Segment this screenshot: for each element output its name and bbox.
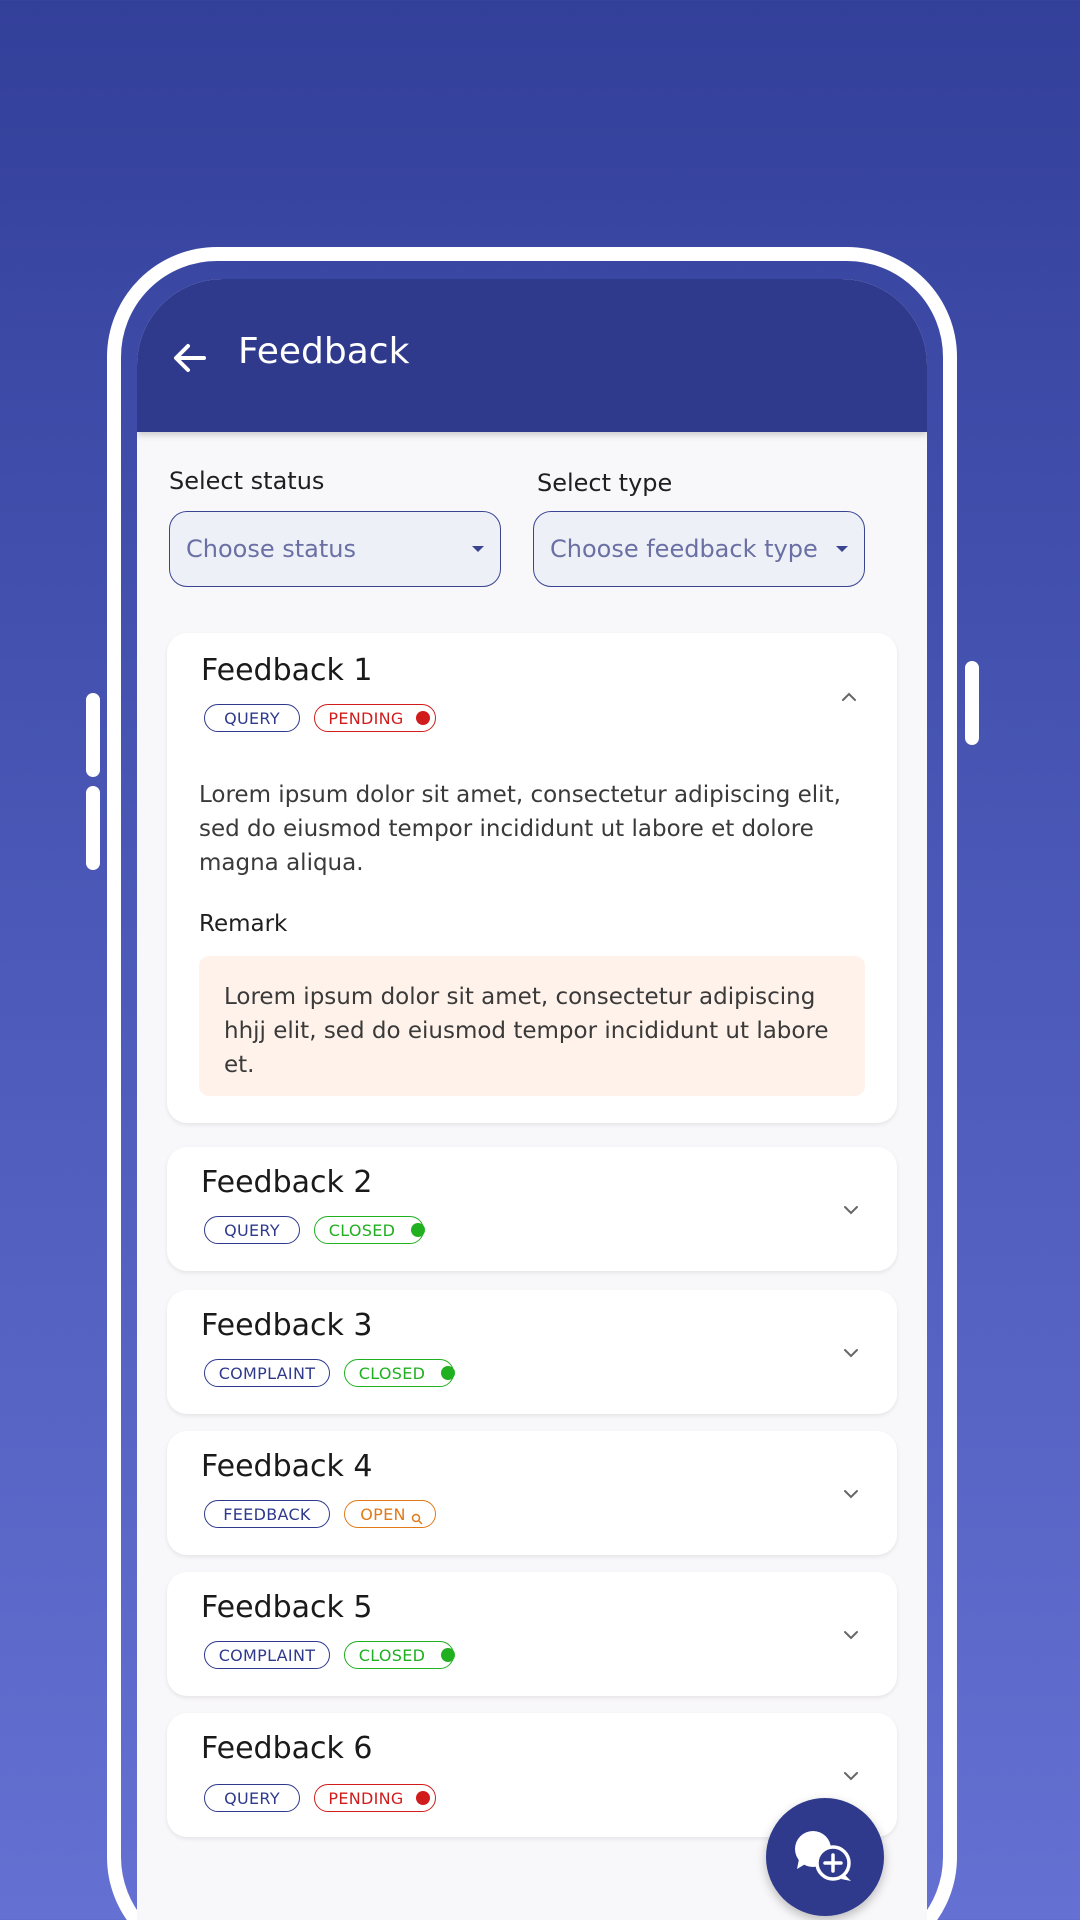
power-button — [965, 661, 979, 745]
feedback-status-tag: OPEN — [344, 1500, 436, 1528]
chevron-down-icon[interactable] — [839, 1198, 863, 1222]
feedback-title: Feedback 5 — [201, 1590, 373, 1625]
feedback-type-tag: FEEDBACK — [204, 1500, 330, 1528]
feedback-card[interactable]: Feedback 1 QUERY PENDING Lorem ipsum dol… — [167, 633, 897, 1123]
type-filter-label: Select type — [537, 469, 673, 497]
feedback-status-tag: CLOSED — [344, 1641, 455, 1669]
feedback-status-text: CLOSED — [358, 1363, 426, 1383]
feedback-status-text: PENDING — [328, 1788, 404, 1808]
status-select-placeholder: Choose status — [186, 535, 356, 563]
status-filter-label: Select status — [169, 467, 325, 495]
chevron-down-icon[interactable] — [839, 1341, 863, 1365]
alert-icon — [416, 711, 430, 725]
dropdown-caret-icon — [836, 546, 848, 552]
feedback-type-tag: QUERY — [204, 704, 300, 732]
feedback-status-tag: PENDING — [314, 1784, 436, 1812]
feedback-status-tag: CLOSED — [344, 1359, 455, 1387]
type-select-placeholder: Choose feedback type — [550, 535, 818, 563]
check-icon — [441, 1648, 455, 1662]
feedback-type-tag: COMPLAINT — [204, 1359, 330, 1387]
chat-add-icon — [795, 1831, 851, 1881]
remark-label: Remark — [199, 911, 288, 937]
chevron-down-icon[interactable] — [839, 1623, 863, 1647]
check-icon — [411, 1223, 425, 1237]
check-icon — [441, 1366, 455, 1380]
chevron-down-icon[interactable] — [839, 1482, 863, 1506]
feedback-card[interactable]: Feedback 4 FEEDBACK OPEN — [167, 1431, 897, 1555]
feedback-type-text: COMPLAINT — [218, 1645, 316, 1665]
app-bar: Feedback — [137, 279, 927, 432]
new-feedback-fab[interactable] — [766, 1798, 884, 1916]
feedback-card[interactable]: Feedback 2 QUERY CLOSED — [167, 1147, 897, 1271]
feedback-type-text: QUERY — [224, 1220, 280, 1240]
remark-box: Lorem ipsum dolor sit amet, consectetur … — [199, 956, 865, 1096]
status-select[interactable]: Choose status — [169, 511, 501, 587]
alert-icon — [416, 1791, 430, 1805]
feedback-status-text: CLOSED — [358, 1645, 426, 1665]
feedback-type-tag: COMPLAINT — [204, 1641, 330, 1669]
feedback-title: Feedback 3 — [201, 1308, 373, 1343]
back-button[interactable] — [167, 335, 213, 381]
arrow-left-icon — [174, 344, 206, 372]
feedback-status-tag: CLOSED — [314, 1216, 425, 1244]
feedback-title: Feedback 2 — [201, 1165, 373, 1200]
feedback-status-text: OPEN — [360, 1504, 406, 1524]
chevron-up-icon[interactable] — [837, 685, 861, 709]
feedback-type-text: COMPLAINT — [218, 1363, 316, 1383]
feedback-status-text: CLOSED — [328, 1220, 396, 1240]
feedback-title: Feedback 1 — [201, 653, 373, 688]
dropdown-caret-icon — [472, 546, 484, 552]
feedback-type-tag: QUERY — [204, 1784, 300, 1812]
feedback-type-text: FEEDBACK — [223, 1504, 311, 1524]
feedback-status-tag: PENDING — [314, 704, 436, 732]
feedback-title: Feedback 6 — [201, 1731, 373, 1766]
app-screen: Feedback Select status Choose status Sel… — [137, 279, 927, 1920]
feedback-type-text: QUERY — [224, 1788, 280, 1808]
chevron-down-icon[interactable] — [839, 1764, 863, 1788]
feedback-card[interactable]: Feedback 5 COMPLAINT CLOSED — [167, 1572, 897, 1696]
volume-up-button — [86, 693, 100, 777]
search-icon — [411, 1513, 423, 1525]
remark-text: Lorem ipsum dolor sit amet, consectetur … — [224, 984, 829, 1078]
volume-down-button — [86, 786, 100, 870]
feedback-title: Feedback 4 — [201, 1449, 373, 1484]
type-select[interactable]: Choose feedback type — [533, 511, 865, 587]
feedback-type-text: QUERY — [224, 708, 280, 728]
feedback-type-tag: QUERY — [204, 1216, 300, 1244]
feedback-status-text: PENDING — [328, 708, 404, 728]
feedback-description: Lorem ipsum dolor sit amet, consectetur … — [199, 782, 841, 876]
feedback-card[interactable]: Feedback 3 COMPLAINT CLOSED — [167, 1290, 897, 1414]
page-title: Feedback — [238, 331, 410, 372]
